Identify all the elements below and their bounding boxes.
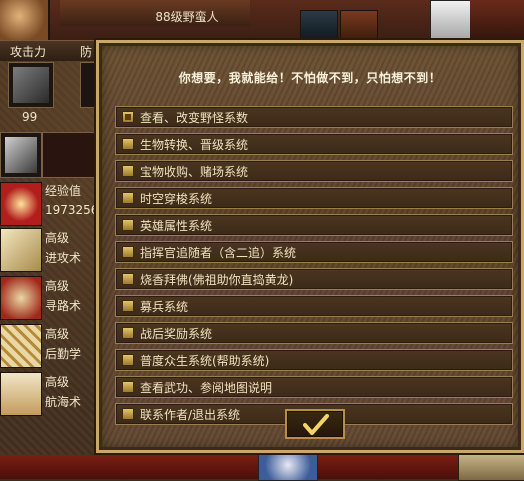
menu-item-commander-followers[interactable]: 指挥官追随者（含二追）系统 (115, 241, 513, 263)
menu-item-label: 战后奖励系统 (140, 327, 213, 341)
stat-label-bar: 攻击力 防 (0, 40, 100, 61)
menu-item-label: 宝物收购、赌场系统 (140, 165, 249, 179)
exp-value: 1973256 (45, 203, 99, 217)
attack-label: 攻击力 (10, 45, 47, 59)
star-medal-icon (0, 182, 42, 226)
skill-level: 高级 (45, 327, 70, 341)
menu-item-label: 指挥官追随者（含二追）系统 (140, 246, 297, 260)
axe-weapon-slot[interactable] (8, 62, 54, 108)
menu-item-artifact-casino[interactable]: 宝物收购、赌场系统 (115, 160, 513, 182)
warrior-slot[interactable] (42, 132, 96, 178)
menu-item-creature-conversion[interactable]: 生物转换、晋级系统 (115, 133, 513, 155)
menu-item-battle-rewards[interactable]: 战后奖励系统 (115, 322, 513, 344)
checkbox-icon[interactable] (122, 138, 134, 150)
menu-item-recruit[interactable]: 募兵系统 (115, 295, 513, 317)
sword-slot[interactable] (0, 132, 42, 178)
bottom-right-button[interactable] (458, 452, 524, 481)
skill-level: 高级 (45, 231, 70, 245)
menu-item-label: 普度众生系统(帮助系统) (140, 354, 270, 368)
sword-icon (5, 137, 37, 173)
checkmark-icon (303, 414, 329, 435)
axe-icon[interactable] (300, 10, 338, 42)
checkbox-icon[interactable] (122, 192, 134, 204)
menu-item-label: 联系作者/退出系统 (140, 408, 241, 422)
skill-name: 后勤学 (45, 347, 82, 361)
attack-value: 99 (22, 110, 38, 124)
skill-name: 航海术 (45, 395, 82, 409)
menu-item-hero-attributes[interactable]: 英雄属性系统 (115, 214, 513, 236)
skill-name: 寻路术 (45, 299, 82, 313)
dialog-title: 你想要，我就能给！不怕做不到，只怕想不到！ (178, 71, 442, 85)
map-icon (0, 276, 42, 320)
skill-row[interactable]: 高级 进攻术 (0, 226, 100, 272)
hero-class-text: 88级野蛮人 (155, 10, 219, 24)
checkbox-icon[interactable] (122, 300, 134, 312)
checkbox-icon[interactable] (122, 354, 134, 366)
skill-row[interactable]: 高级 寻路术 (0, 274, 100, 320)
skill-level: 高级 (45, 375, 70, 389)
checkbox-icon[interactable] (122, 111, 134, 123)
experience-row: 经验值 1973256 (0, 180, 100, 226)
menu-item-label: 查看、改变野怪系数 (140, 111, 249, 125)
menu-item-label: 时空穿梭系统 (140, 192, 213, 206)
checkbox-icon[interactable] (122, 381, 134, 393)
axe-icon (13, 67, 49, 103)
checkbox-icon[interactable] (122, 273, 134, 285)
skill-name: 进攻术 (45, 251, 82, 265)
menu-item-label: 募兵系统 (140, 300, 189, 314)
path-icon (0, 324, 42, 368)
menu-list: 查看、改变野怪系数 生物转换、晋级系统 宝物收购、赌场系统 时空穿梭系统 英雄属… (115, 106, 513, 430)
menu-item-help-system[interactable]: 普度众生系统(帮助系统) (115, 349, 513, 371)
unit-portrait[interactable] (258, 454, 318, 481)
menu-item-label: 生物转换、晋级系统 (140, 138, 249, 152)
ship-icon (0, 372, 42, 416)
skill-row[interactable]: 高级 航海术 (0, 370, 100, 416)
banner-icon (470, 0, 524, 44)
skill-level: 高级 (45, 279, 70, 293)
menu-item-time-travel[interactable]: 时空穿梭系统 (115, 187, 513, 209)
checkbox-icon[interactable] (122, 219, 134, 231)
menu-item-label: 查看武功、参阅地图说明 (140, 381, 273, 395)
ok-button[interactable] (285, 409, 345, 439)
checkbox-icon[interactable] (122, 408, 134, 420)
checkbox-icon[interactable] (122, 165, 134, 177)
top-icons (300, 10, 400, 44)
hero-portrait[interactable] (0, 0, 50, 40)
helmet-icon[interactable] (340, 10, 378, 42)
menu-item-label: 英雄属性系统 (140, 219, 213, 233)
defense-label: 防 (80, 45, 93, 59)
checkbox-icon[interactable] (122, 327, 134, 339)
menu-item-martial-map-info[interactable]: 查看武功、参阅地图说明 (115, 376, 513, 398)
exp-label: 经验值 (45, 184, 82, 198)
menu-item-burn-incense[interactable]: 烧香拜佛(佛祖助你直捣黄龙) (115, 268, 513, 290)
system-menu-dialog: 你想要，我就能给！不怕做不到，只怕想不到！ 查看、改变野怪系数 生物转换、晋级系… (94, 38, 524, 455)
skill-row[interactable]: 高级 后勤学 (0, 322, 100, 368)
menu-item-monster-coefficient[interactable]: 查看、改变野怪系数 (115, 106, 513, 128)
menu-item-label: 烧香拜佛(佛祖助你直捣黄龙) (140, 273, 294, 287)
sword-icon (0, 228, 42, 272)
checkbox-icon[interactable] (122, 246, 134, 258)
